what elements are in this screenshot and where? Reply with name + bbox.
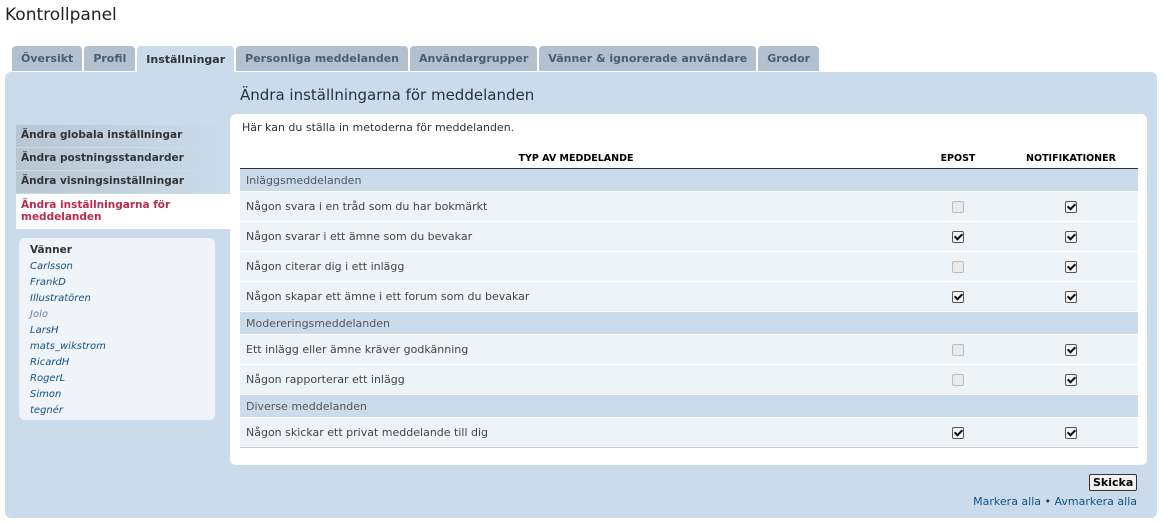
friend-link[interactable]: Simon [30, 387, 204, 403]
page-title: Kontrollpanel [5, 5, 117, 25]
notification-checkbox[interactable] [1065, 344, 1077, 356]
tab-oversikt[interactable]: Översikt [12, 46, 83, 71]
friend-link[interactable]: LarsH [30, 323, 204, 339]
tab-vanner-ignorerade[interactable]: Vänner & ignorerade användare [539, 46, 757, 71]
mark-links: Markera alla • Avmarkera alla [973, 495, 1137, 508]
tab-installningar[interactable]: Inställningar [137, 46, 235, 73]
unmark-all-link[interactable]: Avmarkera alla [1055, 495, 1137, 508]
notification-checkbox[interactable] [1065, 374, 1077, 386]
intro-text: Här kan du ställa in metoderna för medde… [242, 121, 515, 134]
email-checkbox[interactable] [952, 374, 964, 386]
section-title: Modereringsmeddelanden [240, 311, 1138, 335]
tab-grodor[interactable]: Grodor [758, 46, 820, 71]
table-row: Någon citerar dig i ett inlägg [240, 251, 1138, 282]
notification-table: TYP AV MEDDELANDE EPOST NOTIFIKATIONER I… [240, 148, 1138, 448]
section-title: Diverse meddelanden [240, 394, 1138, 418]
settings-panel: Ändra globala inställningar Ändra postni… [5, 72, 1157, 518]
tab-anvandargrupper[interactable]: Användargrupper [410, 46, 538, 71]
row-label: Någon svara i en tråd som du har bokmärk… [240, 191, 912, 222]
tab-bar: Översikt Profil Inställningar Personliga… [12, 46, 820, 73]
table-row: Någon rapporterar ett inlägg [240, 364, 1138, 395]
email-checkbox[interactable] [952, 231, 964, 243]
friends-title: Vänner [30, 244, 72, 256]
notification-checkbox[interactable] [1065, 201, 1077, 213]
column-header-email: EPOST [912, 148, 1004, 169]
friend-link[interactable]: RogerL [30, 371, 204, 387]
row-label: Någon skapar ett ämne i ett forum som du… [240, 281, 912, 312]
notification-checkbox[interactable] [1065, 291, 1077, 303]
table-row: Någon skickar ett privat meddelande till… [240, 417, 1138, 448]
table-row: Någon skapar ett ämne i ett forum som du… [240, 281, 1138, 312]
table-row: Någon svarar i ett ämne som du bevakar [240, 221, 1138, 252]
notification-checkbox[interactable] [1065, 231, 1077, 243]
friend-link[interactable]: Jolo [30, 307, 204, 323]
email-checkbox[interactable] [952, 427, 964, 439]
email-checkbox[interactable] [952, 291, 964, 303]
sidebar-item-posting[interactable]: Ändra postningsstandarder [16, 148, 230, 170]
notification-settings-box: Här kan du ställa in metoderna för medde… [230, 114, 1147, 465]
row-label: Någon skickar ett privat meddelande till… [240, 417, 912, 448]
email-checkbox[interactable] [952, 344, 964, 356]
submit-button[interactable]: Skicka [1089, 474, 1138, 491]
friend-link[interactable]: mats_wikstrom [30, 339, 204, 355]
column-header-notifications: NOTIFIKATIONER [1004, 148, 1138, 169]
row-label: Någon svarar i ett ämne som du bevakar [240, 221, 912, 252]
sidebar-nav: Ändra globala inställningar Ändra postni… [16, 125, 230, 230]
email-checkbox[interactable] [952, 201, 964, 213]
friends-box: Vänner Carlsson FrankD Illustratören Jol… [19, 238, 215, 420]
row-label: Någon citerar dig i ett inlägg [240, 251, 912, 282]
table-row: Någon svara i en tråd som du har bokmärk… [240, 191, 1138, 222]
tab-personliga-meddelanden[interactable]: Personliga meddelanden [236, 46, 409, 71]
email-checkbox[interactable] [952, 261, 964, 273]
sidebar-item-global[interactable]: Ändra globala inställningar [16, 125, 230, 147]
section-title: Inläggsmeddelanden [240, 168, 1138, 192]
column-header-type: TYP AV MEDDELANDE [240, 148, 912, 169]
mark-separator: • [1044, 495, 1052, 508]
friend-link[interactable]: FrankD [30, 275, 204, 291]
table-row: Ett inlägg eller ämne kräver godkänning [240, 334, 1138, 365]
sidebar-item-display[interactable]: Ändra visningsinställningar [16, 171, 230, 193]
mark-all-link[interactable]: Markera alla [973, 495, 1041, 508]
sidebar-item-notifications[interactable]: Ändra inställningarna för meddelanden [16, 194, 230, 229]
section-heading: Ändra inställningarna för meddelanden [240, 86, 535, 104]
notification-checkbox[interactable] [1065, 427, 1077, 439]
friend-link[interactable]: Carlsson [30, 259, 204, 275]
row-label: Någon rapporterar ett inlägg [240, 364, 912, 395]
row-label: Ett inlägg eller ämne kräver godkänning [240, 334, 912, 365]
friend-link[interactable]: Illustratören [30, 291, 204, 307]
tab-profil[interactable]: Profil [84, 46, 136, 71]
notification-checkbox[interactable] [1065, 261, 1077, 273]
friend-link[interactable]: RicardH [30, 355, 204, 371]
friend-link[interactable]: tegnér [30, 403, 204, 419]
